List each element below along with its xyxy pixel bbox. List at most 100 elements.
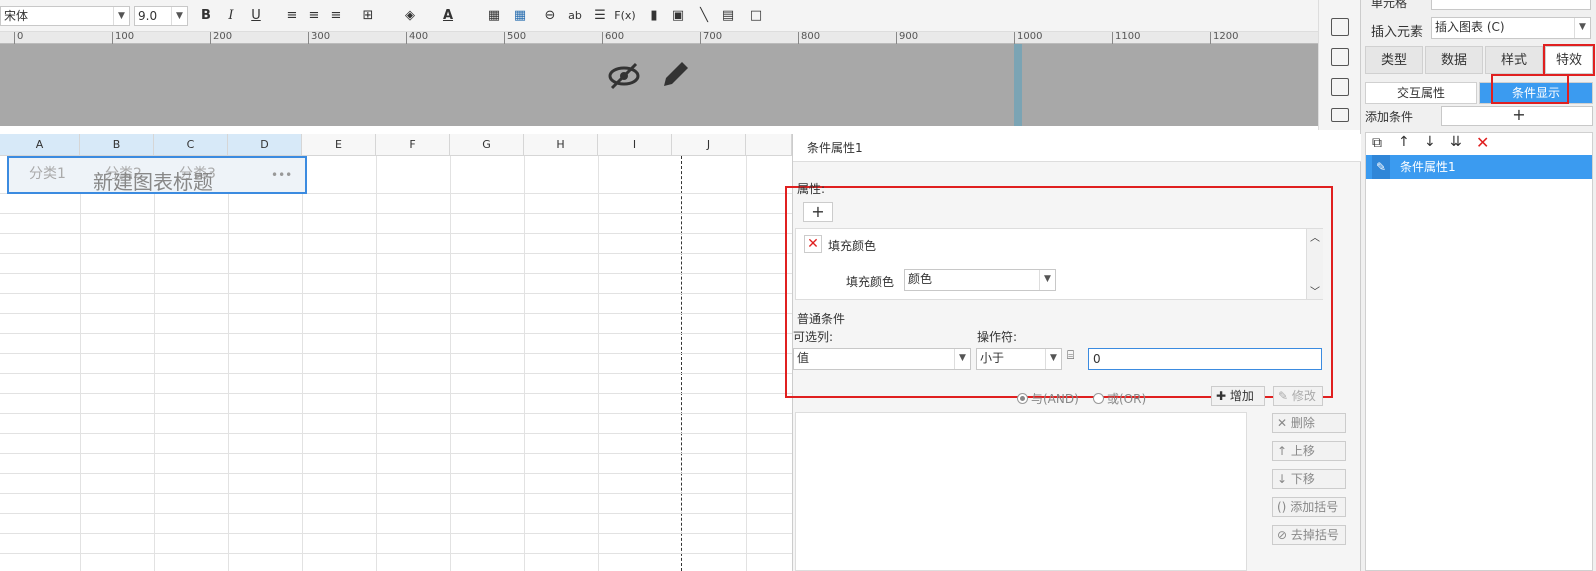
column-header[interactable]: J <box>672 134 746 156</box>
edit-icon: ✎ <box>1372 155 1390 179</box>
ab-button[interactable]: ab <box>565 6 585 26</box>
column-header[interactable]: F <box>376 134 450 156</box>
grid-line <box>0 393 792 394</box>
modify-button[interactable]: ✎ 修改 <box>1273 386 1323 406</box>
sort-icon[interactable]: ⇊ <box>1450 134 1462 150</box>
ruler-tick: 500 <box>504 32 526 44</box>
layer-icon[interactable] <box>1331 108 1349 122</box>
column-header[interactable] <box>746 134 792 156</box>
font-size-select[interactable]: 9.0 ▼ <box>134 6 188 26</box>
selectable-col-select[interactable]: 值 ▼ <box>793 348 971 370</box>
text-align-icon[interactable]: ☰ <box>590 6 610 26</box>
bold-button[interactable]: B <box>196 6 216 26</box>
delete-button[interactable]: ✕ 删除 <box>1272 413 1346 433</box>
chevron-down-icon[interactable]: ﹀ <box>1310 283 1320 298</box>
column-header[interactable]: A <box>0 134 80 156</box>
italic-button[interactable]: I <box>221 6 241 26</box>
copy-icon[interactable]: ⧉ <box>1372 135 1382 151</box>
subtab-interaction[interactable]: 交互属性 <box>1365 82 1477 104</box>
frame-icon[interactable]: □ <box>746 6 766 26</box>
value-input[interactable]: 0 <box>1088 348 1322 370</box>
pencil-icon[interactable] <box>658 58 692 92</box>
grid-line <box>0 433 792 434</box>
add-bracket-button[interactable]: () 添加括号 <box>1272 497 1346 517</box>
move-down-button[interactable]: ↓ 下移 <box>1272 469 1346 489</box>
remove-bracket-button-label: 去掉括号 <box>1290 528 1339 542</box>
add-attr-button[interactable]: + <box>803 202 833 222</box>
ruler-tick: 100 <box>112 32 134 44</box>
sub-report-icon[interactable]: ▤ <box>718 6 738 26</box>
grid-line <box>0 473 792 474</box>
border-icon[interactable]: ⊞ <box>358 6 378 26</box>
column-header[interactable]: D <box>228 134 302 156</box>
image-icon[interactable]: ▣ <box>668 6 688 26</box>
selectable-col-value: 值 <box>797 351 810 365</box>
condition-expression-area[interactable] <box>795 412 1247 571</box>
hide-eye-icon[interactable] <box>606 58 642 94</box>
list-item[interactable]: ✎ 条件属性1 <box>1366 155 1592 179</box>
chart-cell[interactable]: 分类1 分类2 分类3 新建图表标题 ••• <box>7 156 307 194</box>
chart-icon[interactable]: ▮ <box>644 6 664 26</box>
tab-type[interactable]: 类型 <box>1365 46 1423 74</box>
remove-bracket-button[interactable]: ⊘ 去掉括号 <box>1272 525 1346 545</box>
insert-element-select[interactable]: 插入图表 (C) ▼ <box>1431 17 1591 39</box>
ruler-tick: 300 <box>308 32 330 44</box>
value-type-icon[interactable]: ⌸ <box>1067 348 1085 368</box>
fill-color-icon[interactable]: ◈ <box>400 6 420 26</box>
cell-input[interactable] <box>1431 0 1591 10</box>
align-right-icon[interactable]: ≡ <box>326 6 346 26</box>
chevron-up-icon[interactable]: ︿ <box>1310 229 1320 244</box>
formula-button[interactable]: F(x) <box>612 6 638 26</box>
arrow-up-icon[interactable]: ↑ <box>1398 134 1410 150</box>
chevron-down-icon: ▼ <box>1039 270 1055 290</box>
table-icon[interactable]: ▦ <box>510 6 530 26</box>
more-icon[interactable]: ••• <box>271 168 292 182</box>
remove-attr-icon[interactable]: ✕ <box>804 235 822 253</box>
font-color-icon[interactable]: A <box>438 6 458 26</box>
link-icon[interactable]: ⊖ <box>540 6 560 26</box>
align-center-icon[interactable]: ≡ <box>304 6 324 26</box>
underline-button[interactable]: U <box>246 6 266 26</box>
column-header[interactable]: H <box>524 134 598 156</box>
and-radio[interactable]: 与(AND) <box>1017 390 1079 407</box>
arrow-down-icon[interactable]: ↓ <box>1424 134 1436 150</box>
add-button[interactable]: ✚ 增加 <box>1211 386 1265 406</box>
tab-data[interactable]: 数据 <box>1425 46 1483 74</box>
fill-color-row: 填充颜色 <box>828 239 877 253</box>
grid-line <box>0 533 792 534</box>
cell-attr-icon[interactable] <box>1331 18 1349 36</box>
widget-icon[interactable] <box>1331 48 1349 66</box>
scrollbar[interactable]: ︿ ﹀ <box>1306 229 1323 299</box>
or-radio[interactable]: 或(OR) <box>1093 390 1146 407</box>
condition-list: ⧉ ↑ ↓ ⇊ ✕ ✎ 条件属性1 <box>1365 132 1593 571</box>
delete-button-label: 删除 <box>1290 416 1315 430</box>
add-condition-button[interactable]: + <box>1441 106 1593 126</box>
grid-line <box>0 553 792 554</box>
move-up-button[interactable]: ↑ 上移 <box>1272 441 1346 461</box>
fill-color-select[interactable]: 颜色 ▼ <box>904 269 1056 291</box>
chevron-down-icon: ▼ <box>954 349 970 369</box>
grid-line <box>0 353 792 354</box>
attr-list: ✕ 填充颜色 填充颜色 颜色 ▼ ︿ ﹀ <box>795 228 1323 300</box>
tab-style[interactable]: 样式 <box>1485 46 1543 74</box>
ruler-tick: 900 <box>896 32 918 44</box>
merge-cells-icon[interactable]: ▦ <box>484 6 504 26</box>
column-header[interactable]: I <box>598 134 672 156</box>
column-header[interactable]: B <box>80 134 154 156</box>
ruler-tick: 800 <box>798 32 820 44</box>
delete-icon[interactable]: ✕ <box>1476 133 1489 152</box>
operator-select[interactable]: 小于 ▼ <box>976 348 1062 370</box>
font-family-select[interactable]: 宋体 ▼ <box>0 6 130 26</box>
align-left-icon[interactable]: ≡ <box>282 6 302 26</box>
form-icon[interactable] <box>1331 78 1349 96</box>
normal-condition-label: 普通条件 <box>797 312 846 326</box>
column-header[interactable]: E <box>302 134 376 156</box>
column-header[interactable]: G <box>450 134 524 156</box>
move-up-button-label: 上移 <box>1290 444 1315 458</box>
operator-label: 操作符: <box>977 330 1018 344</box>
move-down-button-label: 下移 <box>1290 472 1315 486</box>
column-header[interactable]: C <box>154 134 228 156</box>
grid-line <box>0 313 792 314</box>
slash-icon[interactable]: ╲ <box>694 6 714 26</box>
and-label: 与(AND) <box>1031 392 1079 406</box>
